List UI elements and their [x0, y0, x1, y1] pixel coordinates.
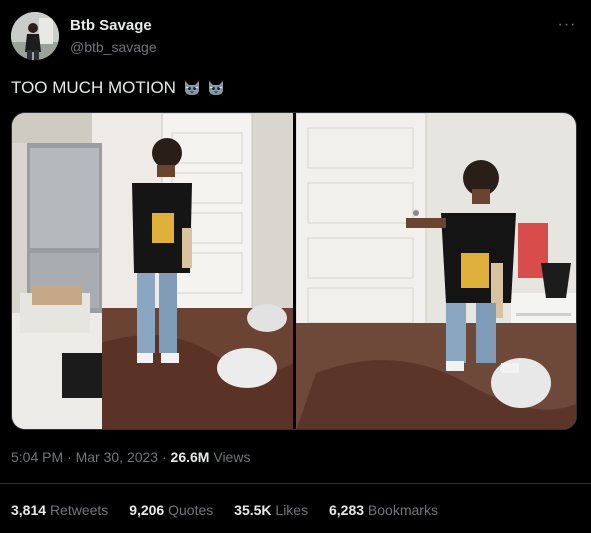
quotes-stat[interactable]: 9,206 Quotes — [129, 500, 213, 520]
bookmarks-stat[interactable]: 6,283 Bookmarks — [329, 500, 438, 520]
author-info: Btb Savage @btb_savage — [70, 17, 157, 57]
cat-face-emoji-icon — [209, 81, 224, 95]
bookmarks-label: Bookmarks — [367, 502, 438, 518]
quotes-count: 9,206 — [129, 502, 165, 518]
bookmarks-count: 6,283 — [328, 502, 365, 518]
tweet-date[interactable]: Mar 30, 2023 — [76, 449, 159, 465]
cat-face-emoji-icon — [184, 81, 199, 95]
tweet-header: Btb Savage @btb_savage ··· — [11, 12, 581, 64]
retweets-count: 3,814 — [11, 502, 47, 518]
engagement-stats: 3,814 Retweets 9,206 Quotes 35.5K Likes … — [11, 500, 455, 520]
quotes-label: Quotes — [168, 502, 214, 518]
retweets-label: Retweets — [49, 502, 109, 518]
display-name[interactable]: Btb Savage — [70, 17, 157, 35]
meta-separator: · — [67, 449, 72, 465]
media-grid — [11, 112, 577, 430]
profile-photo-icon — [11, 12, 59, 60]
views-count[interactable]: 26.6M — [171, 449, 210, 465]
views-label: Views — [213, 449, 251, 465]
tweet-time[interactable]: 5:04 PM — [11, 449, 63, 465]
photo-right-image — [296, 113, 576, 429]
meta-separator: · — [161, 449, 167, 465]
avatar[interactable] — [11, 12, 59, 60]
retweets-stat[interactable]: 3,814 Retweets — [11, 500, 108, 520]
photo-right[interactable] — [296, 113, 576, 429]
likes-label: Likes — [275, 502, 309, 518]
photo-left-image — [12, 113, 293, 429]
likes-stat[interactable]: 35.5K Likes — [234, 500, 308, 520]
divider — [0, 483, 591, 484]
handle[interactable]: @btb_savage — [70, 37, 157, 57]
tweet-meta: 5:04 PM · Mar 30, 2023 · 26.6M Views — [11, 447, 250, 467]
tweet-text: TOO MUCH MOTION — [11, 77, 225, 99]
likes-count: 35.5K — [234, 502, 272, 518]
tweet-body: TOO MUCH MOTION — [11, 78, 176, 97]
photo-left[interactable] — [12, 113, 293, 429]
more-icon[interactable]: ··· — [553, 16, 581, 36]
